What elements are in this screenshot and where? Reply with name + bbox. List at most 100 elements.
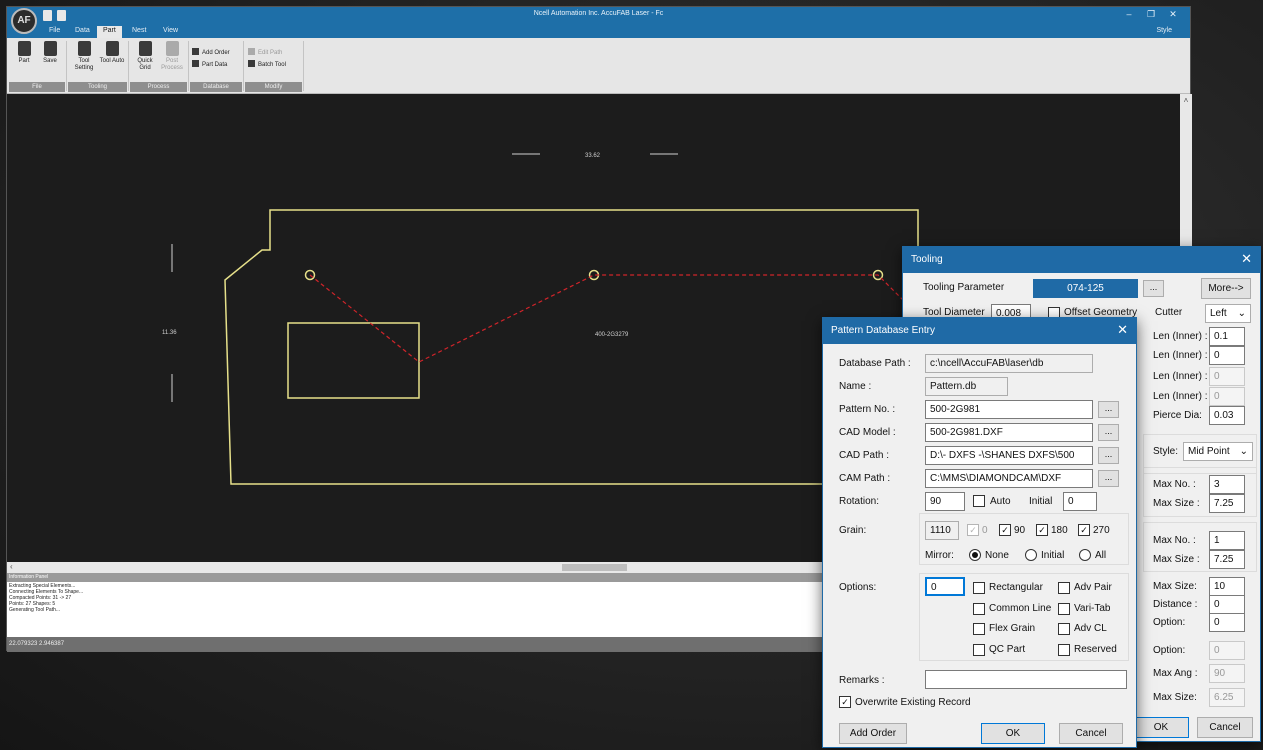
add-order-dialog-button[interactable]: Add Order <box>839 723 907 744</box>
tool-setting-icon <box>77 41 91 56</box>
info-line: Generating Tool Path... <box>9 607 61 613</box>
adv-cl-label: Adv CL <box>1074 623 1107 634</box>
rectangular-checkbox[interactable] <box>973 582 985 594</box>
cad-path-label: CAD Path : <box>839 450 890 461</box>
cam-path-browse[interactable]: ... <box>1098 470 1119 487</box>
save-button[interactable]: Save <box>37 41 63 79</box>
auto-checkbox[interactable] <box>973 495 985 507</box>
style-select[interactable]: Mid Point ⌄ <box>1183 442 1253 461</box>
post-process-icon <box>165 41 179 56</box>
tooling-parameter-field[interactable]: 074-125 <box>1033 279 1138 298</box>
pattern-cancel-button[interactable]: Cancel <box>1059 723 1123 744</box>
max-size-field-4[interactable]: 6.25 <box>1209 688 1245 707</box>
tooling-ok-button[interactable]: OK <box>1133 717 1189 738</box>
menu-file[interactable]: File <box>43 26 66 38</box>
height-dimension: 11.36 <box>162 330 177 336</box>
len-inner-label: Len (Inner) : <box>1153 350 1208 361</box>
remarks-field[interactable] <box>925 670 1127 689</box>
tool-auto-button[interactable]: Tool Auto <box>99 41 125 79</box>
grain-0-checkbox[interactable]: ✓ <box>967 524 979 536</box>
pattern-no-label: Pattern No. : <box>839 404 896 415</box>
common-line-label: Common Line <box>989 603 1052 614</box>
mirror-none-radio[interactable] <box>969 549 981 561</box>
pattern-close-icon[interactable]: ✕ <box>1117 323 1128 337</box>
max-no-field-1[interactable]: 3 <box>1209 475 1245 494</box>
post-process-button[interactable]: Post Process <box>159 41 185 79</box>
pattern-no-browse[interactable]: ... <box>1098 401 1119 418</box>
mirror-initial-radio[interactable] <box>1025 549 1037 561</box>
overwrite-checkbox[interactable]: ✓ <box>839 696 851 708</box>
option-field[interactable]: 0 <box>1209 613 1245 632</box>
cad-model-field[interactable]: 500-2G981.DXF <box>925 423 1093 442</box>
add-order-button[interactable]: Add Order <box>192 48 230 58</box>
cad-path-browse[interactable]: ... <box>1098 447 1119 464</box>
len-inner-field-4[interactable]: 0 <box>1209 387 1245 406</box>
pierce-dia-field[interactable]: 0.03 <box>1209 406 1245 425</box>
pattern-no-field[interactable]: 500-2G981 <box>925 400 1093 419</box>
menu-view[interactable]: View <box>157 26 184 38</box>
common-line-checkbox[interactable] <box>973 603 985 615</box>
part-data-button[interactable]: Part Data <box>192 60 227 70</box>
rotation-field[interactable]: 90 <box>925 492 965 511</box>
len-inner-label: Len (Inner) : <box>1153 391 1208 402</box>
grain-270-checkbox[interactable]: ✓ <box>1078 524 1090 536</box>
max-size-field-2[interactable]: 7.25 <box>1209 550 1245 569</box>
vari-tab-checkbox[interactable] <box>1058 603 1070 615</box>
tooling-cancel-button[interactable]: Cancel <box>1197 717 1253 738</box>
ribbon-divider <box>66 41 67 91</box>
options-field[interactable]: 0 <box>925 577 965 596</box>
max-ang-field[interactable]: 90 <box>1209 664 1245 683</box>
more-button[interactable]: More--> <box>1201 278 1251 299</box>
menu-data[interactable]: Data <box>69 26 96 38</box>
mirror-all-radio[interactable] <box>1079 549 1091 561</box>
scroll-up-icon[interactable]: ˄ <box>1180 96 1192 105</box>
cad-model-browse[interactable]: ... <box>1098 424 1119 441</box>
initial-field[interactable]: 0 <box>1063 492 1097 511</box>
maximize-button[interactable]: ❐ <box>1142 9 1160 20</box>
adv-cl-checkbox[interactable] <box>1058 623 1070 635</box>
minimize-button[interactable]: – <box>1120 9 1138 19</box>
horizontal-scroll-thumb[interactable] <box>562 564 627 571</box>
len-inner-field-1[interactable]: 0.1 <box>1209 327 1245 346</box>
max-size-field-3[interactable]: 10 <box>1209 577 1245 596</box>
max-size-field-1[interactable]: 7.25 <box>1209 494 1245 513</box>
edit-path-button[interactable]: Edit Path <box>248 48 282 58</box>
len-inner-field-2[interactable]: 0 <box>1209 346 1245 365</box>
qc-part-label: QC Part <box>989 644 1026 655</box>
cam-path-field[interactable]: C:\MMS\DIAMONDCAM\DXF <box>925 469 1093 488</box>
ribbon-divider <box>243 41 244 91</box>
add-order-icon <box>192 48 199 55</box>
adv-pair-checkbox[interactable] <box>1058 582 1070 594</box>
style-menu[interactable]: Style <box>1156 27 1172 34</box>
grain-180-checkbox[interactable]: ✓ <box>1036 524 1048 536</box>
tooling-close-icon[interactable]: ✕ <box>1241 252 1252 266</box>
grain-270-label: 270 <box>1093 525 1110 536</box>
pattern-ok-button[interactable]: OK <box>981 723 1045 744</box>
reserved-checkbox[interactable] <box>1058 644 1070 656</box>
option-field-2[interactable]: 0 <box>1209 641 1245 660</box>
part-icon <box>17 41 31 56</box>
part-button[interactable]: Part <box>11 41 37 79</box>
scroll-left-icon[interactable]: ‹ <box>10 562 13 571</box>
grain-90-checkbox[interactable]: ✓ <box>999 524 1011 536</box>
close-button[interactable]: ✕ <box>1164 9 1182 20</box>
len-inner-field-3[interactable]: 0 <box>1209 367 1245 386</box>
tool-setting-button[interactable]: Tool Setting <box>71 41 97 79</box>
max-no-field-2[interactable]: 1 <box>1209 531 1245 550</box>
cad-path-field[interactable]: D:\- DXFS -\SHANES DXFS\500 <box>925 446 1093 465</box>
tooling-parameter-browse[interactable]: ... <box>1143 280 1164 297</box>
flex-grain-checkbox[interactable] <box>973 623 985 635</box>
style-value: Mid Point <box>1188 446 1230 457</box>
batch-tool-button[interactable]: Batch Tool <box>248 60 286 70</box>
rectangular-cutout[interactable] <box>287 322 420 399</box>
save-button-label: Save <box>43 58 57 64</box>
app-logo[interactable]: AF <box>11 8 37 34</box>
cutter-select[interactable]: Left ⌄ <box>1205 304 1251 323</box>
quick-grid-button[interactable]: Quick Grid <box>132 41 158 79</box>
distance-label: Distance : <box>1153 599 1198 610</box>
menu-nest[interactable]: Nest <box>126 26 152 38</box>
menu-part[interactable]: Part <box>97 26 122 38</box>
distance-field[interactable]: 0 <box>1209 595 1245 614</box>
max-no-label: Max No. : <box>1153 535 1196 546</box>
qc-part-checkbox[interactable] <box>973 644 985 656</box>
